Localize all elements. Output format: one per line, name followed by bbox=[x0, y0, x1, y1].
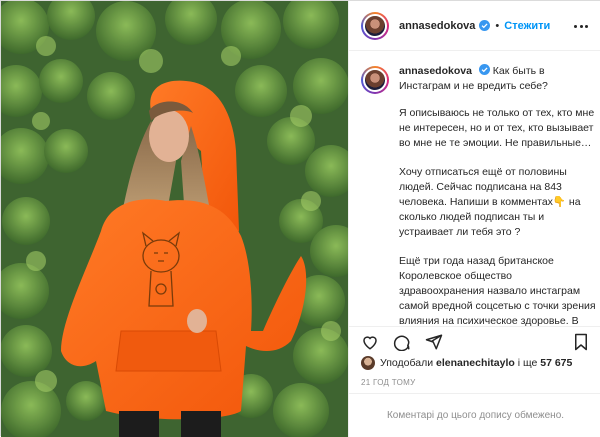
caption-first-line: annasedokova Как быть в Инстаграм и не в… bbox=[399, 64, 590, 94]
likes-connector: і ще bbox=[517, 357, 538, 369]
likes-prefix: Уподобали bbox=[380, 357, 434, 369]
post-timestamp[interactable]: 21 ГОД ТОМУ bbox=[361, 378, 416, 387]
verified-badge-icon bbox=[478, 64, 490, 75]
bookmark-icon[interactable] bbox=[572, 333, 590, 351]
photo-woman-orange-hoodie bbox=[1, 1, 348, 437]
likes-summary[interactable]: Уподобали elenanechitaylo і ще 57 675 bbox=[361, 356, 572, 370]
instagram-post: annasedokova • Стежити annasedokova Как … bbox=[0, 0, 600, 437]
caption-paragraph: Ещё три года назад британское Королевско… bbox=[399, 255, 596, 326]
author-avatar[interactable] bbox=[361, 11, 389, 40]
post-header: annasedokova • Стежити bbox=[349, 1, 600, 51]
caption-header: annasedokova Как быть в Инстаграм и не в… bbox=[361, 64, 590, 94]
caption-body: Я описываюсь не только от тех, кто мне н… bbox=[399, 106, 599, 326]
verified-badge-icon bbox=[479, 20, 491, 31]
comments-disabled-notice: Коментарі до цього допису обмежено. bbox=[349, 393, 600, 437]
liker-avatar[interactable] bbox=[361, 356, 375, 370]
caption-avatar[interactable] bbox=[361, 66, 389, 94]
caption-area[interactable]: annasedokova Как быть в Инстаграм и не в… bbox=[349, 52, 600, 326]
post-side-panel: annasedokova • Стежити annasedokova Как … bbox=[348, 1, 600, 437]
header-separator: • bbox=[495, 19, 500, 32]
share-icon[interactable] bbox=[425, 333, 443, 351]
heart-icon[interactable] bbox=[361, 333, 379, 351]
caption-paragraph: Я описываюсь не только от тех, кто мне н… bbox=[399, 107, 595, 149]
caption-paragraph: Хочу отписаться ещё от половины людей. С… bbox=[399, 166, 581, 238]
follow-button[interactable]: Стежити bbox=[504, 20, 550, 32]
more-options-icon[interactable] bbox=[574, 19, 588, 33]
comment-icon[interactable] bbox=[393, 333, 411, 352]
action-bar bbox=[349, 326, 600, 354]
caption-username[interactable]: annasedokova bbox=[399, 65, 472, 77]
post-photo[interactable] bbox=[1, 1, 348, 437]
author-username[interactable]: annasedokova bbox=[399, 20, 475, 32]
liker-username[interactable]: elenanechitaylo bbox=[436, 357, 515, 369]
likes-count[interactable]: 57 675 bbox=[540, 357, 572, 369]
